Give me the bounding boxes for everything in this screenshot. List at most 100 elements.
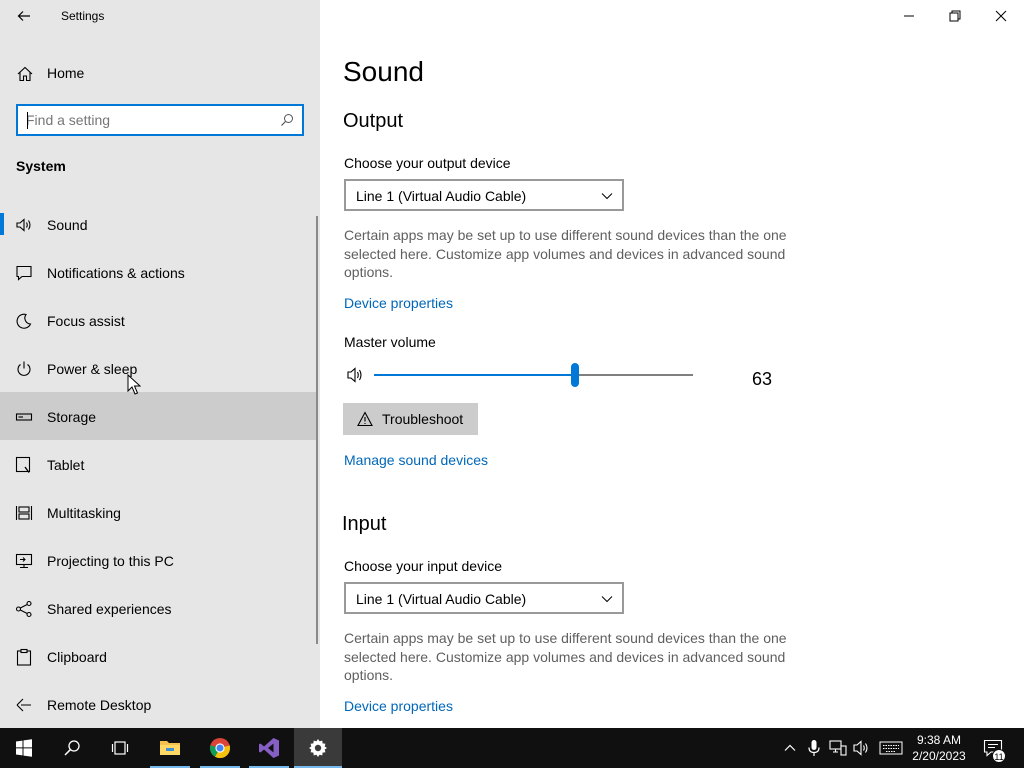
volume-speaker-icon[interactable] [346, 366, 366, 384]
tablet-icon [15, 456, 31, 473]
input-heading: Input [342, 513, 387, 535]
search-icon [281, 114, 293, 126]
text-caret [27, 112, 28, 129]
back-button[interactable] [8, 2, 40, 30]
restore-button[interactable] [932, 0, 978, 32]
master-volume-value: 63 [752, 369, 773, 389]
file-explorer-icon [160, 741, 180, 755]
sidebar-item-label: Notifications & actions [47, 265, 185, 281]
troubleshoot-button[interactable]: Troubleshoot [343, 403, 478, 435]
input-device-properties-link[interactable]: Device properties [344, 698, 453, 714]
manage-sound-devices-link[interactable]: Manage sound devices [344, 452, 488, 468]
back-arrow-icon [17, 11, 30, 21]
sidebar-item-label: Tablet [47, 457, 85, 473]
input-description: Certain apps may be set up to use differ… [344, 630, 787, 683]
sidebar-item-home[interactable]: Home [0, 56, 320, 90]
remote-desktop-icon [16, 698, 31, 712]
moon-icon [16, 313, 32, 329]
sidebar-scrollbar[interactable] [316, 216, 318, 644]
keyboard-icon [879, 741, 903, 755]
input-device-value: Line 1 (Virtual Audio Cable) [356, 591, 527, 607]
sidebar-item-remote-desktop[interactable]: Remote Desktop [0, 680, 316, 728]
output-device-properties-link[interactable]: Device properties [344, 295, 453, 311]
sidebar-item-focus-assist[interactable]: Focus assist [0, 296, 316, 344]
minimize-button[interactable] [886, 0, 932, 32]
close-button[interactable] [978, 0, 1024, 32]
sidebar-item-sound[interactable]: Sound [0, 200, 316, 248]
close-icon [995, 10, 1007, 22]
warning-icon [357, 411, 373, 427]
search-icon [64, 740, 80, 756]
notification-count-badge: 11 [992, 749, 1006, 763]
app-title: Settings [61, 9, 105, 23]
sidebar-nav: Sound Notifications & actions Focus assi… [0, 200, 316, 728]
chevron-down-icon [601, 193, 613, 200]
chrome-icon [209, 738, 231, 759]
sidebar-item-label: Clipboard [47, 649, 107, 665]
settings-taskbar-button[interactable] [294, 728, 342, 768]
chrome-button[interactable] [196, 728, 244, 768]
visual-studio-icon [259, 738, 279, 758]
slider-thumb[interactable] [570, 363, 579, 387]
network-tray-button[interactable] [828, 738, 848, 758]
output-device-label: Choose your output device [344, 155, 511, 171]
projecting-icon [15, 553, 33, 569]
home-icon [17, 66, 33, 82]
visual-studio-button[interactable] [245, 728, 293, 768]
master-volume-slider[interactable] [374, 363, 693, 387]
search-input[interactable] [26, 111, 276, 129]
file-explorer-button[interactable] [146, 728, 194, 768]
restore-icon [949, 10, 961, 22]
input-device-dropdown[interactable]: Line 1 (Virtual Audio Cable) [344, 582, 624, 614]
touch-keyboard-button[interactable] [878, 738, 904, 758]
sidebar-item-label: Sound [47, 217, 88, 233]
sidebar-item-multitasking[interactable]: Multitasking [0, 488, 316, 536]
taskbar: 9:38 AM 2/20/2023 11 [0, 728, 1024, 768]
sidebar-item-power-sleep[interactable]: Power & sleep [0, 344, 316, 392]
sidebar-item-clipboard[interactable]: Clipboard [0, 632, 316, 680]
microphone-tray-button[interactable] [804, 738, 824, 758]
minimize-icon [904, 15, 914, 17]
start-button[interactable] [0, 728, 48, 768]
sidebar-item-shared-experiences[interactable]: Shared experiences [0, 584, 316, 632]
show-hidden-icons-button[interactable] [780, 738, 800, 758]
task-view-icon [111, 741, 129, 755]
chevron-up-icon [784, 744, 796, 751]
clock-date: 2/20/2023 [912, 749, 966, 763]
output-heading: Output [343, 110, 404, 132]
sidebar-item-label: Multitasking [47, 505, 121, 521]
sidebar-item-tablet[interactable]: Tablet [0, 440, 316, 488]
sidebar-item-label: Power & sleep [47, 361, 138, 377]
task-view-button[interactable] [96, 728, 144, 768]
sidebar-item-storage[interactable]: Storage [0, 392, 316, 440]
master-volume-label: Master volume [344, 334, 436, 350]
notification-icon [16, 265, 32, 281]
input-device-label: Choose your input device [344, 558, 502, 574]
sidebar: Settings Home System Sound Notifications… [0, 0, 320, 728]
power-icon [17, 361, 31, 376]
sidebar-item-label: Remote Desktop [47, 697, 152, 713]
page-title: Sound [343, 56, 424, 87]
volume-tray-button[interactable] [852, 738, 872, 758]
sidebar-item-label: Storage [47, 409, 97, 425]
output-device-dropdown[interactable]: Line 1 (Virtual Audio Cable) [344, 179, 624, 211]
search-box[interactable] [16, 104, 304, 136]
sidebar-item-notifications[interactable]: Notifications & actions [0, 248, 316, 296]
slider-fill [374, 374, 575, 376]
sidebar-item-projecting[interactable]: Projecting to this PC [0, 536, 316, 584]
taskbar-search-button[interactable] [48, 728, 96, 768]
troubleshoot-label: Troubleshoot [382, 411, 464, 427]
sidebar-item-label: Home [47, 65, 85, 81]
taskbar-clock[interactable]: 9:38 AM 2/20/2023 [907, 732, 971, 764]
output-device-value: Line 1 (Virtual Audio Cable) [356, 188, 527, 204]
output-description: Certain apps may be set up to use differ… [344, 227, 787, 280]
clipboard-icon [16, 648, 32, 666]
storage-icon [15, 413, 33, 421]
title-bar: Settings [0, 0, 320, 32]
microphone-icon [808, 740, 820, 756]
volume-icon [853, 740, 868, 756]
shared-experiences-icon [15, 600, 32, 618]
sidebar-item-label: Focus assist [47, 313, 125, 329]
speaker-icon [16, 218, 31, 232]
clock-time: 9:38 AM [916, 733, 962, 747]
